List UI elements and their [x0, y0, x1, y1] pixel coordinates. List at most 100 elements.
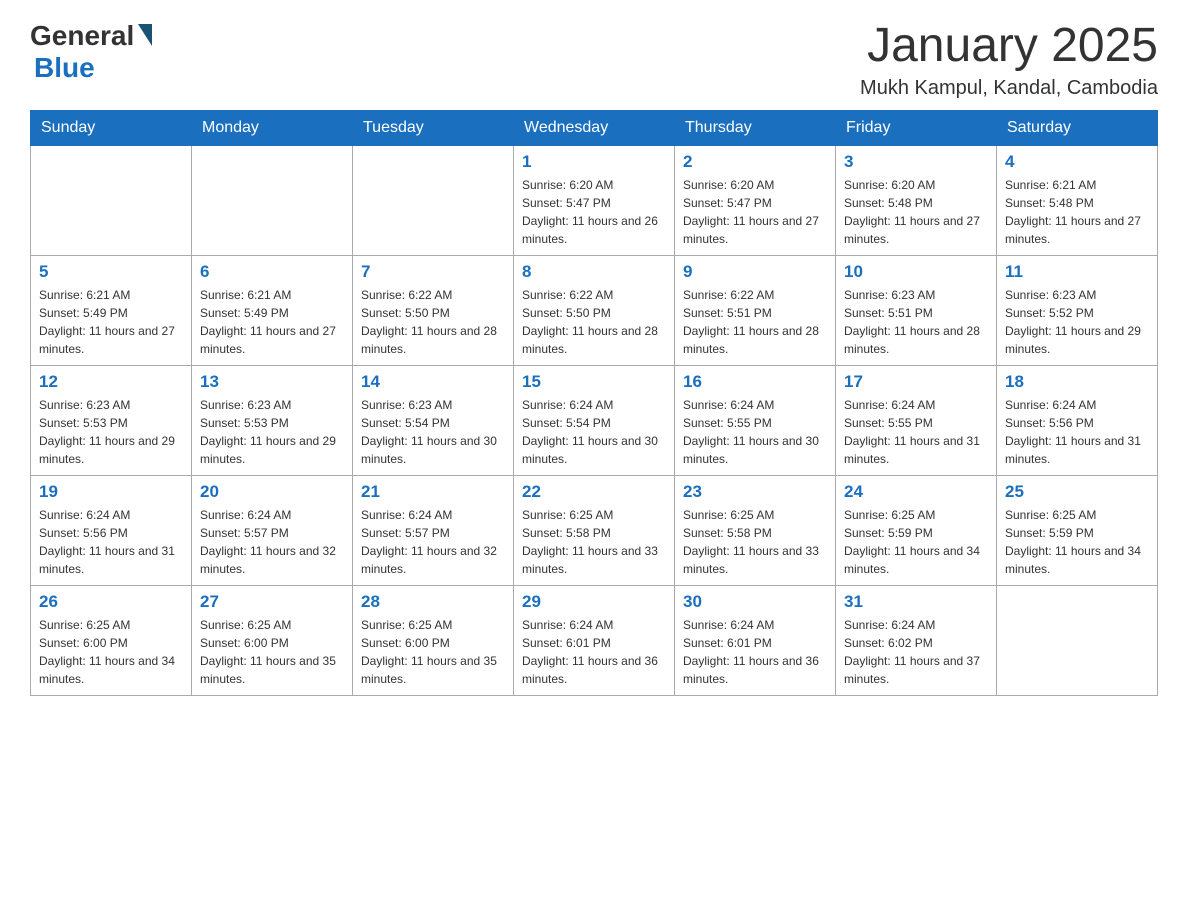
- calendar-cell: 23 Sunrise: 6:25 AM Sunset: 5:58 PM Dayli…: [675, 475, 836, 585]
- day-number: 24: [844, 482, 988, 502]
- day-number: 2: [683, 152, 827, 172]
- calendar-cell: 27 Sunrise: 6:25 AM Sunset: 6:00 PM Dayli…: [192, 585, 353, 695]
- calendar-cell: 9 Sunrise: 6:22 AM Sunset: 5:51 PM Daylig…: [675, 255, 836, 365]
- day-number: 23: [683, 482, 827, 502]
- month-title: January 2025: [860, 20, 1158, 73]
- calendar-cell: 15 Sunrise: 6:24 AM Sunset: 5:54 PM Dayli…: [514, 365, 675, 475]
- calendar-cell: 17 Sunrise: 6:24 AM Sunset: 5:55 PM Dayli…: [836, 365, 997, 475]
- calendar-cell: 4 Sunrise: 6:21 AM Sunset: 5:48 PM Daylig…: [997, 145, 1158, 255]
- day-info: Sunrise: 6:20 AM Sunset: 5:48 PM Dayligh…: [844, 176, 988, 248]
- day-info: Sunrise: 6:25 AM Sunset: 6:00 PM Dayligh…: [39, 616, 183, 688]
- day-number: 31: [844, 592, 988, 612]
- calendar-week-row: 12 Sunrise: 6:23 AM Sunset: 5:53 PM Dayli…: [31, 365, 1158, 475]
- calendar-cell: [31, 145, 192, 255]
- calendar-header-friday: Friday: [836, 110, 997, 145]
- day-info: Sunrise: 6:23 AM Sunset: 5:54 PM Dayligh…: [361, 396, 505, 468]
- calendar-cell: 28Sunrise: 6:25 AM Sunset: 6:00 PM Dayli…: [353, 585, 514, 695]
- calendar-cell: 1 Sunrise: 6:20 AM Sunset: 5:47 PM Daylig…: [514, 145, 675, 255]
- day-info: Sunrise: 6:21 AM Sunset: 5:48 PM Dayligh…: [1005, 176, 1149, 248]
- day-number: 29: [522, 592, 666, 612]
- day-info: Sunrise: 6:25 AM Sunset: 5:59 PM Dayligh…: [844, 506, 988, 578]
- calendar-cell: 7 Sunrise: 6:22 AM Sunset: 5:50 PM Daylig…: [353, 255, 514, 365]
- day-number: 3: [844, 152, 988, 172]
- calendar-cell: [353, 145, 514, 255]
- calendar-week-row: 19 Sunrise: 6:24 AM Sunset: 5:56 PM Dayli…: [31, 475, 1158, 585]
- day-info: Sunrise: 6:25 AM Sunset: 5:58 PM Dayligh…: [683, 506, 827, 578]
- day-number: 19: [39, 482, 183, 502]
- calendar-cell: 10 Sunrise: 6:23 AM Sunset: 5:51 PM Dayli…: [836, 255, 997, 365]
- calendar-week-row: 26 Sunrise: 6:25 AM Sunset: 6:00 PM Dayli…: [31, 585, 1158, 695]
- calendar-cell: 6Sunrise: 6:21 AM Sunset: 5:49 PM Daylig…: [192, 255, 353, 365]
- calendar-cell: 8Sunrise: 6:22 AM Sunset: 5:50 PM Daylig…: [514, 255, 675, 365]
- day-info: Sunrise: 6:21 AM Sunset: 5:49 PM Dayligh…: [200, 286, 344, 358]
- day-number: 7: [361, 262, 505, 282]
- calendar-cell: 21Sunrise: 6:24 AM Sunset: 5:57 PM Dayli…: [353, 475, 514, 585]
- day-number: 5: [39, 262, 183, 282]
- day-number: 4: [1005, 152, 1149, 172]
- day-info: Sunrise: 6:22 AM Sunset: 5:50 PM Dayligh…: [361, 286, 505, 358]
- day-number: 9: [683, 262, 827, 282]
- day-info: Sunrise: 6:24 AM Sunset: 6:01 PM Dayligh…: [522, 616, 666, 688]
- day-number: 12: [39, 372, 183, 392]
- day-info: Sunrise: 6:24 AM Sunset: 5:56 PM Dayligh…: [39, 506, 183, 578]
- calendar-cell: 24 Sunrise: 6:25 AM Sunset: 5:59 PM Dayli…: [836, 475, 997, 585]
- day-number: 18: [1005, 372, 1149, 392]
- day-number: 16: [683, 372, 827, 392]
- calendar-header-sunday: Sunday: [31, 110, 192, 145]
- title-section: January 2025 Mukh Kampul, Kandal, Cambod…: [860, 20, 1158, 100]
- day-info: Sunrise: 6:24 AM Sunset: 5:57 PM Dayligh…: [361, 506, 505, 578]
- day-info: Sunrise: 6:21 AM Sunset: 5:49 PM Dayligh…: [39, 286, 183, 358]
- day-number: 26: [39, 592, 183, 612]
- day-info: Sunrise: 6:23 AM Sunset: 5:53 PM Dayligh…: [200, 396, 344, 468]
- day-info: Sunrise: 6:25 AM Sunset: 6:00 PM Dayligh…: [200, 616, 344, 688]
- logo: General Blue: [30, 20, 152, 84]
- day-info: Sunrise: 6:22 AM Sunset: 5:50 PM Dayligh…: [522, 286, 666, 358]
- calendar-cell: [997, 585, 1158, 695]
- day-number: 10: [844, 262, 988, 282]
- calendar-table: SundayMondayTuesdayWednesdayThursdayFrid…: [30, 110, 1158, 696]
- day-number: 14: [361, 372, 505, 392]
- day-number: 1: [522, 152, 666, 172]
- day-info: Sunrise: 6:20 AM Sunset: 5:47 PM Dayligh…: [522, 176, 666, 248]
- calendar-week-row: 5 Sunrise: 6:21 AM Sunset: 5:49 PM Daylig…: [31, 255, 1158, 365]
- day-info: Sunrise: 6:24 AM Sunset: 5:55 PM Dayligh…: [683, 396, 827, 468]
- day-number: 15: [522, 372, 666, 392]
- day-number: 28: [361, 592, 505, 612]
- calendar-cell: 14 Sunrise: 6:23 AM Sunset: 5:54 PM Dayli…: [353, 365, 514, 475]
- logo-arrow-icon: [138, 24, 152, 46]
- calendar-cell: 30Sunrise: 6:24 AM Sunset: 6:01 PM Dayli…: [675, 585, 836, 695]
- calendar-cell: 29 Sunrise: 6:24 AM Sunset: 6:01 PM Dayli…: [514, 585, 675, 695]
- calendar-header-monday: Monday: [192, 110, 353, 145]
- calendar-cell: [192, 145, 353, 255]
- day-info: Sunrise: 6:24 AM Sunset: 5:55 PM Dayligh…: [844, 396, 988, 468]
- calendar-cell: 20Sunrise: 6:24 AM Sunset: 5:57 PM Dayli…: [192, 475, 353, 585]
- calendar-cell: 22Sunrise: 6:25 AM Sunset: 5:58 PM Dayli…: [514, 475, 675, 585]
- calendar-cell: 18Sunrise: 6:24 AM Sunset: 5:56 PM Dayli…: [997, 365, 1158, 475]
- day-info: Sunrise: 6:24 AM Sunset: 6:01 PM Dayligh…: [683, 616, 827, 688]
- day-info: Sunrise: 6:24 AM Sunset: 5:54 PM Dayligh…: [522, 396, 666, 468]
- page-header: General Blue January 2025 Mukh Kampul, K…: [30, 20, 1158, 100]
- day-number: 11: [1005, 262, 1149, 282]
- day-info: Sunrise: 6:23 AM Sunset: 5:52 PM Dayligh…: [1005, 286, 1149, 358]
- day-number: 17: [844, 372, 988, 392]
- day-info: Sunrise: 6:20 AM Sunset: 5:47 PM Dayligh…: [683, 176, 827, 248]
- calendar-header-thursday: Thursday: [675, 110, 836, 145]
- calendar-cell: 16 Sunrise: 6:24 AM Sunset: 5:55 PM Dayli…: [675, 365, 836, 475]
- calendar-cell: 13Sunrise: 6:23 AM Sunset: 5:53 PM Dayli…: [192, 365, 353, 475]
- day-number: 20: [200, 482, 344, 502]
- day-number: 27: [200, 592, 344, 612]
- day-info: Sunrise: 6:25 AM Sunset: 5:58 PM Dayligh…: [522, 506, 666, 578]
- calendar-cell: 26 Sunrise: 6:25 AM Sunset: 6:00 PM Dayli…: [31, 585, 192, 695]
- calendar-cell: 25Sunrise: 6:25 AM Sunset: 5:59 PM Dayli…: [997, 475, 1158, 585]
- logo-general-text: General: [30, 20, 134, 52]
- calendar-cell: 11 Sunrise: 6:23 AM Sunset: 5:52 PM Dayli…: [997, 255, 1158, 365]
- calendar-header-tuesday: Tuesday: [353, 110, 514, 145]
- day-info: Sunrise: 6:23 AM Sunset: 5:51 PM Dayligh…: [844, 286, 988, 358]
- day-info: Sunrise: 6:22 AM Sunset: 5:51 PM Dayligh…: [683, 286, 827, 358]
- calendar-header-saturday: Saturday: [997, 110, 1158, 145]
- calendar-cell: 19 Sunrise: 6:24 AM Sunset: 5:56 PM Dayli…: [31, 475, 192, 585]
- calendar-cell: 31Sunrise: 6:24 AM Sunset: 6:02 PM Dayli…: [836, 585, 997, 695]
- calendar-cell: 12Sunrise: 6:23 AM Sunset: 5:53 PM Dayli…: [31, 365, 192, 475]
- day-info: Sunrise: 6:25 AM Sunset: 5:59 PM Dayligh…: [1005, 506, 1149, 578]
- calendar-week-row: 1 Sunrise: 6:20 AM Sunset: 5:47 PM Daylig…: [31, 145, 1158, 255]
